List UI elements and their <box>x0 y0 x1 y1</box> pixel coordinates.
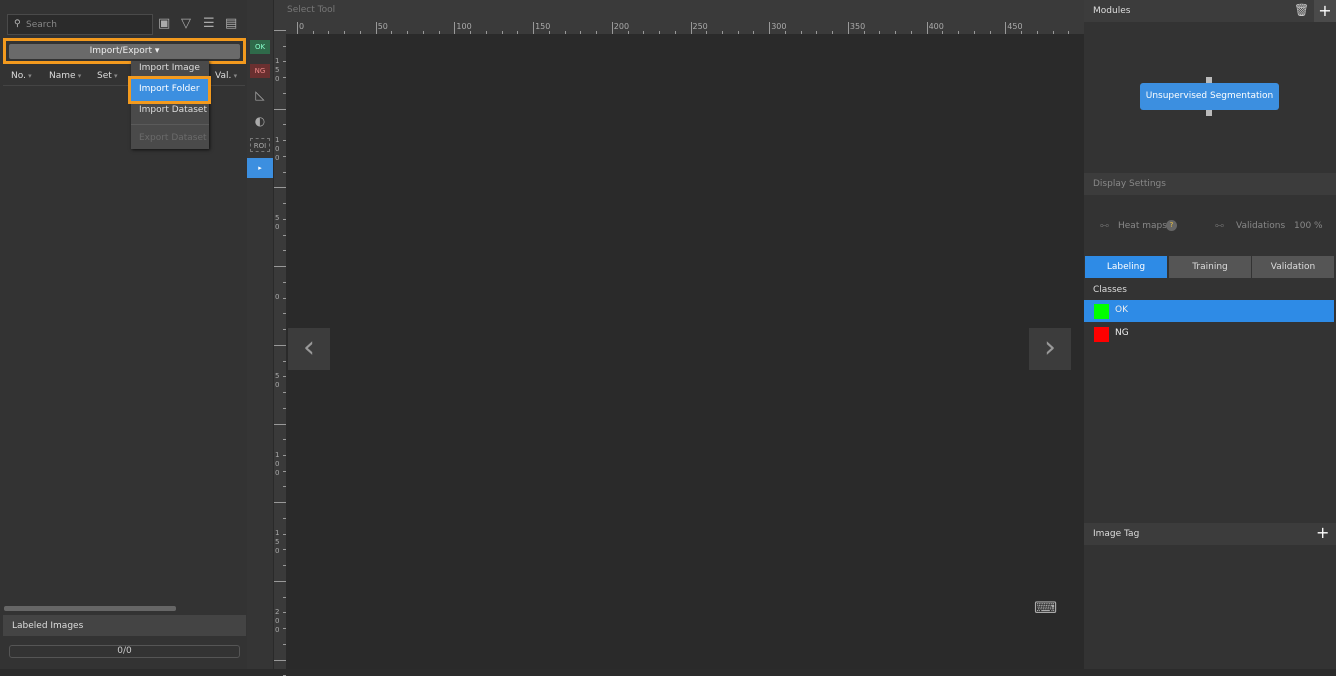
menu-import-dataset[interactable]: Import Dataset <box>139 105 207 115</box>
module-node[interactable]: Unsupervised Segmentation <box>1140 83 1279 110</box>
horizontal-ruler: 0 50 100 150 200 250 300 350 400 450 <box>286 22 1085 34</box>
split-icon[interactable]: ▤ <box>225 16 237 31</box>
class-color-swatch <box>1094 327 1109 342</box>
ruler-tick <box>926 22 928 34</box>
add-module-icon[interactable]: + <box>1314 0 1336 22</box>
ruler-label: 400 <box>928 22 944 31</box>
ruler-label: 100 <box>456 22 472 31</box>
ruler-label: 250 <box>692 22 708 31</box>
next-image-button[interactable]: › <box>1029 328 1071 370</box>
labeled-progress-bar: 0/0 <box>9 645 240 658</box>
ruler-tick <box>769 22 771 34</box>
canvas-title: Select Tool <box>274 0 1084 22</box>
ruler-label: 0 <box>299 22 305 31</box>
polygon-tool-icon[interactable]: ◺ <box>250 88 270 102</box>
import-export-menu: Import Image Import Folder Import Datase… <box>128 61 211 149</box>
modules-header: Modules 🗑︎ + <box>1084 0 1336 22</box>
previous-image-button[interactable]: ‹ <box>288 328 330 370</box>
ruler-label: 50 <box>275 371 280 389</box>
select-tool-icon[interactable]: ▸ <box>247 158 273 178</box>
import-export-highlight: Import/Export ▾ <box>3 38 246 64</box>
horizontal-scrollbar[interactable] <box>4 606 176 611</box>
help-icon[interactable]: ? <box>1166 220 1177 231</box>
ruler-label: 450 <box>1007 22 1023 31</box>
tool-bar: OK NG ◺ ◐ ROI ▸ <box>247 0 274 669</box>
ruler-tick <box>533 22 535 34</box>
ruler-tick <box>274 502 286 504</box>
column-no[interactable]: No. <box>11 71 32 81</box>
ruler-label: 200 <box>613 22 630 31</box>
classes-title: Classes <box>1093 285 1127 295</box>
heat-maps-label: Heat maps <box>1118 221 1167 231</box>
ruler-tick <box>274 266 286 268</box>
ruler-label: 50 <box>377 22 388 31</box>
ruler-tick <box>611 22 613 34</box>
ng-label-tool[interactable]: NG <box>250 64 270 78</box>
tab-validation[interactable]: Validation <box>1252 256 1334 278</box>
ruler-tick <box>274 423 286 425</box>
ruler-tick <box>297 22 298 34</box>
add-tag-icon[interactable]: + <box>1316 523 1329 542</box>
ruler-tick <box>274 108 286 110</box>
tab-training[interactable]: Training <box>1169 256 1251 278</box>
ruler-tick <box>274 580 286 582</box>
validations-toggle-icon[interactable]: ⧟ <box>1215 221 1224 231</box>
node-port-bottom[interactable] <box>1206 110 1212 116</box>
display-settings-header: Display Settings <box>1084 173 1336 195</box>
list-icon[interactable]: ☰ <box>203 16 215 31</box>
labeled-images-header: Labeled Images <box>3 615 246 636</box>
column-name[interactable]: Name <box>49 71 81 81</box>
class-item-ng[interactable]: NG <box>1084 323 1334 345</box>
ruler-label: 200 <box>275 607 280 634</box>
image-settings-icon[interactable]: ▣ <box>158 16 170 31</box>
ruler-tick <box>274 659 286 661</box>
menu-import-folder[interactable]: Import Folder <box>128 76 211 104</box>
ruler-tick <box>375 22 377 34</box>
heat-maps-toggle-icon[interactable]: ⧟ <box>1100 221 1109 231</box>
ruler-label: 150 <box>275 57 280 83</box>
menu-divider <box>131 124 209 125</box>
ruler-label: 100 <box>275 450 280 477</box>
delete-icon[interactable]: 🗑︎ <box>1294 3 1309 17</box>
column-set[interactable]: Set <box>97 71 118 81</box>
ruler-tick <box>274 30 286 31</box>
image-tag-header: Image Tag + <box>1084 523 1336 545</box>
ruler-label: 300 <box>771 22 787 31</box>
ruler-tick <box>1005 22 1007 34</box>
right-panel: Modules 🗑︎ + Unsupervised Segmentation D… <box>1084 0 1336 669</box>
tab-labeling[interactable]: Labeling <box>1085 256 1167 278</box>
image-canvas[interactable] <box>286 34 1084 669</box>
ruler-label: 350 <box>849 22 866 31</box>
validations-label: Validations <box>1236 221 1286 231</box>
ruler-label: 50 <box>275 214 280 232</box>
ruler-tick <box>274 344 286 346</box>
class-color-swatch <box>1094 304 1109 319</box>
class-item-ok[interactable]: OK <box>1084 300 1334 322</box>
import-export-button[interactable]: Import/Export ▾ <box>9 44 240 59</box>
menu-export-dataset: Export Dataset <box>139 133 207 143</box>
ruler-label: 150 <box>535 22 551 31</box>
validations-value: 100 % <box>1294 221 1323 231</box>
keyboard-icon[interactable]: ⌨ <box>1034 598 1062 617</box>
ruler-tick <box>847 22 849 34</box>
search-input[interactable]: ⚲ Search <box>7 14 153 35</box>
eraser-icon[interactable]: ◐ <box>250 114 270 128</box>
roi-tool[interactable]: ROI <box>250 138 270 152</box>
ruler-tick <box>274 187 286 189</box>
vertical-ruler: 150 100 50 0 50 100 150 200 <box>274 22 286 676</box>
image-list-panel: ⚲Search ▣ ▽ ☰ ▤ Import/Export ▾ No. Name… <box>0 0 247 669</box>
menu-import-image[interactable]: Import Image <box>139 63 200 73</box>
ruler-label: 0 <box>275 293 280 302</box>
filter-icon[interactable]: ▽ <box>181 16 191 31</box>
ruler-label: 100 <box>275 135 280 162</box>
column-val[interactable]: Val. <box>215 71 237 81</box>
ruler-tick <box>454 22 456 34</box>
ruler-label: 150 <box>275 529 280 556</box>
search-icon: ⚲ <box>14 19 21 29</box>
ruler-tick <box>690 22 692 34</box>
ok-label-tool[interactable]: OK <box>250 40 270 54</box>
